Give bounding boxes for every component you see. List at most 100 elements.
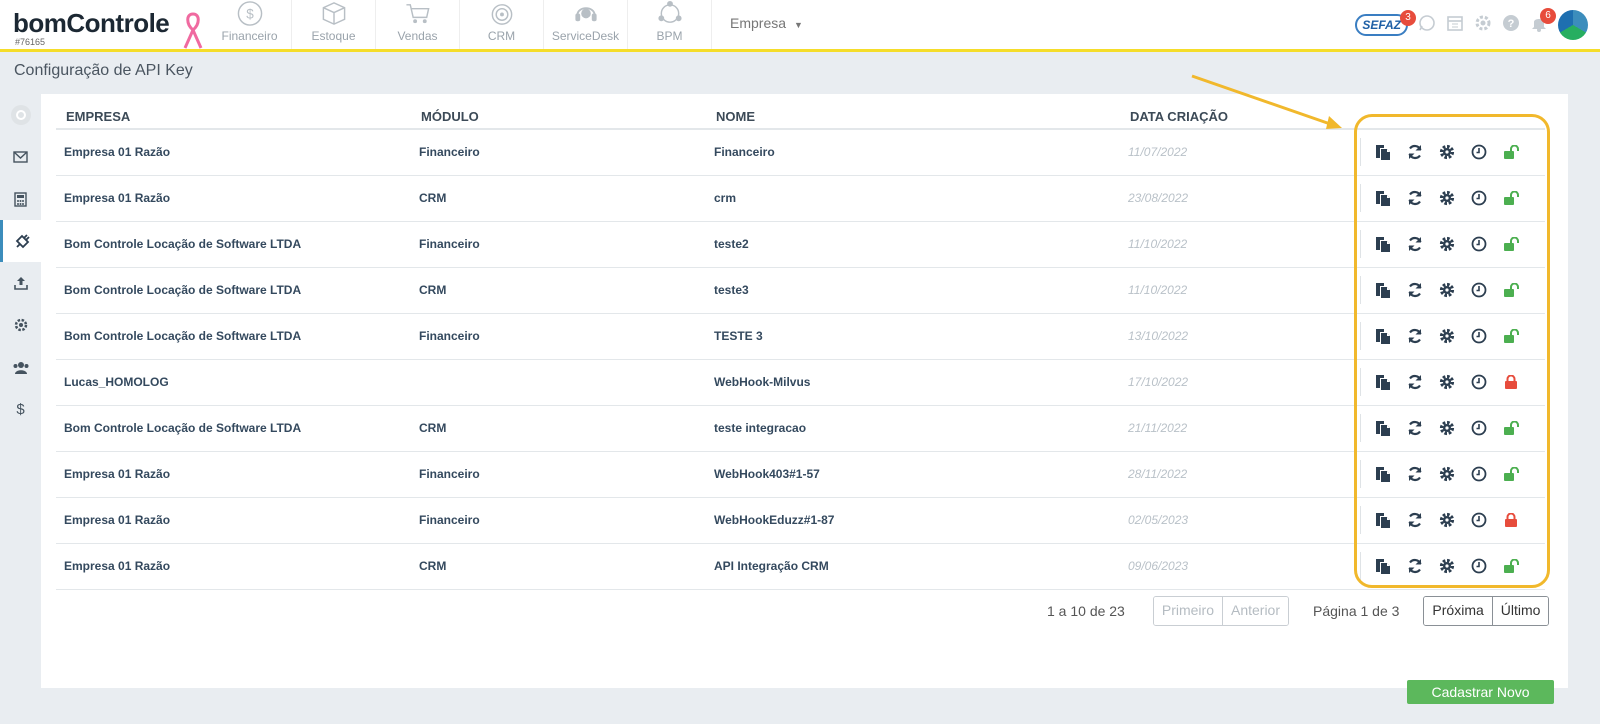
copy-key-button[interactable] — [1367, 236, 1399, 253]
lock-key-button[interactable] — [1495, 145, 1527, 160]
sidenav-upload[interactable] — [0, 262, 41, 304]
regenerate-key-button[interactable] — [1399, 512, 1431, 528]
calendar-button[interactable] — [1446, 14, 1464, 37]
copy-key-button[interactable] — [1367, 374, 1399, 391]
regenerate-key-button[interactable] — [1399, 190, 1431, 206]
unlock-key-button[interactable] — [1495, 375, 1527, 389]
module-bpm[interactable]: BPM — [628, 0, 712, 49]
history-button[interactable] — [1463, 466, 1495, 482]
copy-key-button[interactable] — [1367, 328, 1399, 345]
module-crm[interactable]: CRM — [460, 0, 544, 49]
table-row[interactable]: Empresa 01 Razão CRM API Integração CRM 09/… — [56, 543, 1545, 590]
copy-key-button[interactable] — [1367, 144, 1399, 161]
configure-key-button[interactable] — [1431, 558, 1463, 574]
table-row[interactable]: Empresa 01 Razão Financeiro WebHook403#1-5… — [56, 451, 1545, 498]
first-page-button[interactable]: Primeiro — [1153, 597, 1223, 625]
sidenav-billing[interactable]: $ — [0, 388, 41, 430]
history-button[interactable] — [1463, 512, 1495, 528]
regenerate-key-button[interactable] — [1399, 558, 1431, 574]
help-icon: ? — [1503, 14, 1519, 31]
regenerate-key-button[interactable] — [1399, 144, 1431, 160]
history-button[interactable] — [1463, 374, 1495, 390]
table-row[interactable]: Bom Controle Locação de Software LTDA Fin… — [56, 313, 1545, 360]
sidenav-email[interactable] — [0, 136, 41, 178]
settings-button[interactable] — [1474, 14, 1492, 37]
lock-key-button[interactable] — [1495, 237, 1527, 251]
lock-key-button[interactable] — [1495, 467, 1527, 481]
history-button[interactable] — [1463, 420, 1495, 436]
regenerate-key-button[interactable] — [1399, 328, 1431, 344]
configure-key-button[interactable] — [1431, 374, 1463, 390]
sidenav-settings[interactable] — [0, 304, 41, 346]
regenerate-key-button[interactable] — [1399, 374, 1431, 390]
table-row[interactable]: Empresa 01 Razão Financeiro Financeiro 11/0… — [56, 129, 1545, 176]
next-page-button[interactable]: Próxima — [1424, 597, 1493, 625]
copy-key-button[interactable] — [1367, 558, 1399, 575]
copy-key-button[interactable] — [1367, 466, 1399, 483]
unlocked-icon — [1504, 421, 1519, 435]
previous-page-button[interactable]: Anterior — [1222, 597, 1289, 625]
table-row[interactable]: Lucas_HOMOLOG WebHook-Milvus 17/10/2022 — [56, 359, 1545, 406]
last-page-button[interactable]: Último — [1492, 597, 1549, 625]
col-header-empresa[interactable]: EMPRESA — [56, 104, 411, 130]
regenerate-key-button[interactable] — [1399, 466, 1431, 482]
history-button[interactable] — [1463, 190, 1495, 206]
col-header-data[interactable]: DATA CRIAÇÃO — [1120, 104, 1360, 130]
module-estoque[interactable]: Estoque — [292, 0, 376, 49]
history-button[interactable] — [1463, 144, 1495, 160]
create-new-button[interactable]: Cadastrar Novo — [1407, 680, 1554, 704]
configure-key-button[interactable] — [1431, 190, 1463, 206]
copy-key-button[interactable] — [1367, 420, 1399, 437]
cell-actions — [1360, 451, 1545, 498]
regenerate-key-button[interactable] — [1399, 236, 1431, 252]
lock-key-button[interactable] — [1495, 283, 1527, 297]
module-vendas[interactable]: Vendas — [376, 0, 460, 49]
sefaz-button[interactable]: SEFAZ 3 — [1355, 10, 1416, 36]
user-menu[interactable] — [1558, 10, 1588, 40]
sidenav-collapse[interactable] — [0, 94, 41, 136]
configure-key-button[interactable] — [1431, 328, 1463, 344]
sidenav-calculator[interactable] — [0, 178, 41, 220]
configure-key-button[interactable] — [1431, 144, 1463, 160]
table-row[interactable]: Empresa 01 Razão CRM crm 23/08/2022 — [56, 175, 1545, 222]
configure-key-button[interactable] — [1431, 512, 1463, 528]
col-header-modulo[interactable]: MÓDULO — [411, 104, 706, 130]
cell-actions — [1360, 359, 1545, 406]
regenerate-key-button[interactable] — [1399, 282, 1431, 298]
configure-key-button[interactable] — [1431, 420, 1463, 436]
module-financeiro[interactable]: $ Financeiro — [208, 0, 292, 49]
cell-empresa: Bom Controle Locação de Software LTDA — [56, 405, 411, 452]
history-button[interactable] — [1463, 236, 1495, 252]
lock-key-button[interactable] — [1495, 559, 1527, 573]
lock-key-button[interactable] — [1495, 191, 1527, 205]
history-button[interactable] — [1463, 328, 1495, 344]
sidenav-users[interactable] — [0, 346, 41, 388]
lock-key-button[interactable] — [1495, 329, 1527, 343]
table-row[interactable]: Bom Controle Locação de Software LTDA CRM… — [56, 405, 1545, 452]
table-row[interactable]: Bom Controle Locação de Software LTDA Fin… — [56, 221, 1545, 268]
gear-icon — [1439, 420, 1455, 436]
module-servicedesk[interactable]: ServiceDesk — [544, 0, 628, 49]
configure-key-button[interactable] — [1431, 236, 1463, 252]
refresh-icon — [1408, 282, 1422, 298]
table-row[interactable]: Empresa 01 Razão Financeiro WebHookEduzz#1… — [56, 497, 1545, 544]
help-button[interactable]: ? — [1502, 14, 1520, 37]
page-info: Página 1 de 3 — [1313, 603, 1400, 619]
table-row[interactable]: Bom Controle Locação de Software LTDA CRM… — [56, 267, 1545, 314]
unlock-key-button[interactable] — [1495, 513, 1527, 527]
copy-key-button[interactable] — [1367, 512, 1399, 529]
history-button[interactable] — [1463, 558, 1495, 574]
configure-key-button[interactable] — [1431, 282, 1463, 298]
logo[interactable]: bomControle #76165 — [13, 10, 170, 47]
history-button[interactable] — [1463, 282, 1495, 298]
whatsapp-button[interactable] — [1418, 14, 1436, 37]
notifications-button[interactable]: 6 — [1530, 7, 1556, 37]
lock-key-button[interactable] — [1495, 421, 1527, 435]
copy-key-button[interactable] — [1367, 190, 1399, 207]
company-selector[interactable]: Empresa ▼ — [730, 15, 803, 31]
sidenav-integrations[interactable] — [0, 220, 41, 262]
col-header-nome[interactable]: NOME — [706, 104, 1120, 130]
regenerate-key-button[interactable] — [1399, 420, 1431, 436]
copy-key-button[interactable] — [1367, 282, 1399, 299]
configure-key-button[interactable] — [1431, 466, 1463, 482]
